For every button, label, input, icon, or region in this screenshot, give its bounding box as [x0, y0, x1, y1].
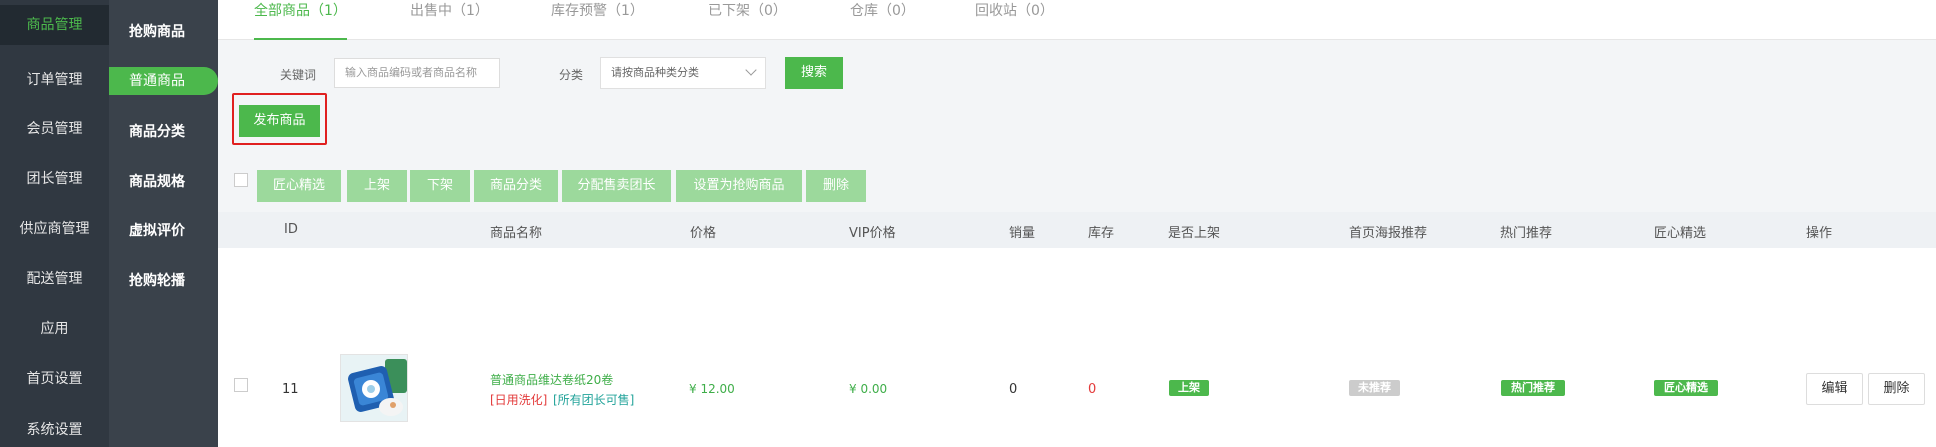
nav-suppliers[interactable]: 供应商管理: [0, 209, 109, 249]
tissue-roll-image: [341, 355, 407, 421]
subnav-flash-goods[interactable]: 抢购商品: [109, 12, 218, 52]
bulk-on-shelf-button[interactable]: 上架: [347, 170, 407, 202]
col-on-shelf: 是否上架: [1168, 226, 1221, 241]
table-header: ID 商品名称 价格 VIP价格 销量 库存 是否上架 首页海报推荐 热门推荐 …: [218, 212, 1936, 248]
tab-recycle-bin[interactable]: 回收站（0）: [975, 2, 1054, 42]
bulk-assign-leader-button[interactable]: 分配售卖团长: [562, 170, 671, 202]
row-sales: 0: [1009, 382, 1018, 397]
chevron-down-icon: [745, 64, 757, 76]
bulk-set-flash-button[interactable]: 设置为抢购商品: [676, 170, 802, 202]
col-id: ID: [284, 222, 298, 237]
product-sale-scope-tag: [所有团长可售]: [553, 393, 635, 407]
col-name: 商品名称: [490, 226, 543, 241]
nav-apps[interactable]: 应用: [0, 309, 109, 349]
tab-stock-warning[interactable]: 库存预警（1）: [551, 2, 644, 42]
col-sales: 销量: [1009, 226, 1036, 241]
publish-goods-button[interactable]: 发布商品: [239, 105, 320, 137]
nav-team-leaders[interactable]: 团长管理: [0, 159, 109, 199]
product-thumbnail[interactable]: [340, 354, 408, 422]
goods-status-tabs: 全部商品（1） 出售中（1） 库存预警（1） 已下架（0） 仓库（0） 回收站（…: [218, 0, 1936, 40]
keyword-label: 关键词: [280, 68, 317, 82]
main-content: 全部商品（1） 出售中（1） 库存预警（1） 已下架（0） 仓库（0） 回收站（…: [218, 0, 1936, 447]
row-price: ¥ 12.00: [689, 382, 735, 396]
tab-off-shelf[interactable]: 已下架（0）: [708, 2, 787, 42]
product-category-tag: [日用洗化]: [490, 393, 548, 407]
delete-button[interactable]: 删除: [1868, 373, 1925, 405]
nav-home-settings[interactable]: 首页设置: [0, 359, 109, 399]
bulk-craft-pick-button[interactable]: 匠心精选: [257, 170, 341, 202]
tab-on-sale[interactable]: 出售中（1）: [410, 2, 489, 42]
nav-orders[interactable]: 订单管理: [0, 60, 109, 100]
search-button[interactable]: 搜索: [785, 57, 843, 89]
col-actions: 操作: [1806, 226, 1833, 241]
subnav-normal-goods[interactable]: 普通商品: [109, 67, 218, 95]
col-craft-pick: 匠心精选: [1654, 226, 1707, 241]
category-label: 分类: [559, 68, 584, 82]
nav-system-settings[interactable]: 系统设置: [0, 410, 109, 447]
subnav-flash-carousel[interactable]: 抢购轮播: [109, 261, 218, 301]
select-all-checkbox[interactable]: [234, 173, 248, 187]
poster-recommend-badge[interactable]: 未推荐: [1349, 380, 1400, 396]
craft-pick-badge[interactable]: 匠心精选: [1654, 380, 1718, 396]
bulk-category-button[interactable]: 商品分类: [474, 170, 558, 202]
subnav-goods-category[interactable]: 商品分类: [109, 112, 218, 152]
col-vip-price: VIP价格: [849, 226, 896, 241]
col-stock: 库存: [1088, 226, 1115, 241]
on-shelf-badge[interactable]: 上架: [1169, 380, 1209, 396]
subnav-virtual-review[interactable]: 虚拟评价: [109, 211, 218, 251]
nav-delivery[interactable]: 配送管理: [0, 259, 109, 299]
table-row: [218, 248, 1936, 447]
subnav-goods-spec[interactable]: 商品规格: [109, 162, 218, 202]
category-select-value: 请按商品种类分类: [611, 66, 699, 79]
nav-goods-management[interactable]: 商品管理: [0, 5, 109, 45]
col-hot-recommend: 热门推荐: [1500, 226, 1553, 241]
row-id: 11: [282, 382, 299, 397]
primary-sidebar: 商品管理 订单管理 会员管理 团长管理 供应商管理 配送管理 应用 首页设置 系…: [0, 0, 109, 447]
edit-button[interactable]: 编辑: [1806, 373, 1863, 405]
row-vip-price: ¥ 0.00: [849, 382, 888, 396]
category-select[interactable]: 请按商品种类分类: [600, 57, 766, 89]
nav-members[interactable]: 会员管理: [0, 109, 109, 149]
app-window: 商品管理 订单管理 会员管理 团长管理 供应商管理 配送管理 应用 首页设置 系…: [0, 0, 1936, 447]
secondary-sidebar: 抢购商品 普通商品 商品分类 商品规格 虚拟评价 抢购轮播: [109, 0, 218, 447]
tab-warehouse[interactable]: 仓库（0）: [850, 2, 915, 42]
bulk-delete-button[interactable]: 删除: [806, 170, 866, 202]
row-stock: 0: [1088, 382, 1097, 397]
col-price: 价格: [690, 226, 717, 241]
hot-recommend-badge[interactable]: 热门推荐: [1501, 380, 1565, 396]
keyword-input[interactable]: 输入商品编码或者商品名称: [334, 58, 500, 88]
row-checkbox[interactable]: [234, 378, 248, 392]
col-home-poster: 首页海报推荐: [1349, 226, 1428, 241]
tab-all-goods[interactable]: 全部商品（1）: [254, 2, 347, 42]
bulk-off-shelf-button[interactable]: 下架: [410, 170, 470, 202]
product-name-link[interactable]: 普通商品维达卷纸20卷: [490, 371, 613, 388]
